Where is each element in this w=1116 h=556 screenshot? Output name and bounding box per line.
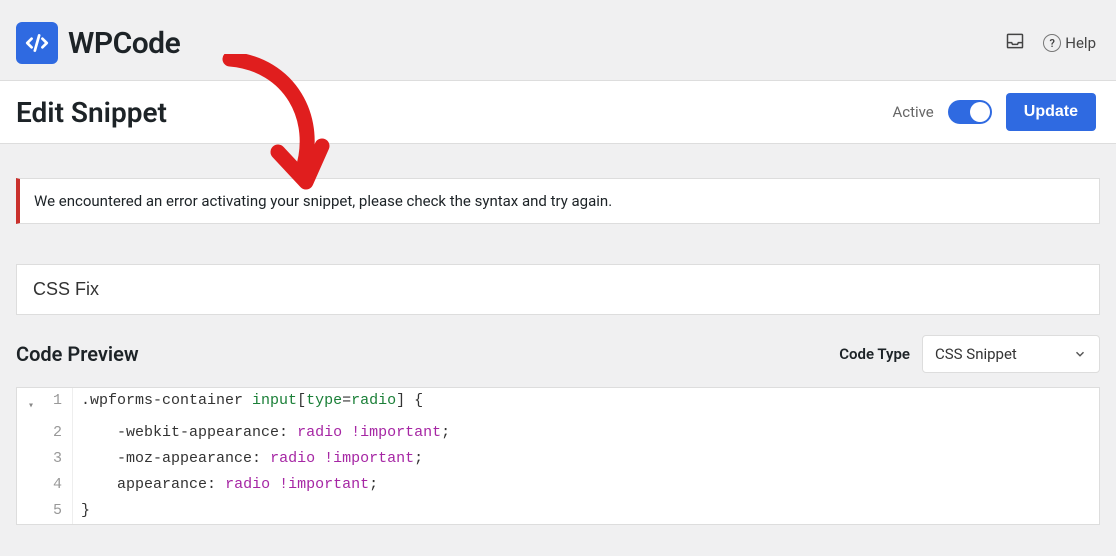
active-label: Active <box>892 103 933 121</box>
error-message: We encountered an error activating your … <box>34 192 612 210</box>
code-line[interactable]: 4 appearance: radio !important; <box>17 472 1099 498</box>
code-content[interactable]: -moz-appearance: radio !important; <box>73 446 423 472</box>
line-number: 4 <box>45 472 73 498</box>
code-type-select[interactable]: CSS Snippet <box>922 335 1100 373</box>
line-number: 2 <box>45 420 73 446</box>
help-link[interactable]: ? Help <box>1043 34 1096 52</box>
page-title: Edit Snippet <box>16 96 167 129</box>
actions-right: Active Update <box>892 93 1096 131</box>
preview-header: Code Preview Code Type CSS Snippet <box>16 335 1100 373</box>
chevron-down-icon <box>1073 347 1087 361</box>
line-number: 1 <box>45 388 73 420</box>
code-content[interactable]: .wpforms-container input[type=radio] { <box>73 388 423 420</box>
code-type-value: CSS Snippet <box>935 345 1017 363</box>
wpcode-logo-icon <box>16 22 58 64</box>
code-line[interactable]: 3 -moz-appearance: radio !important; <box>17 446 1099 472</box>
code-content[interactable]: -webkit-appearance: radio !important; <box>73 420 450 446</box>
code-content[interactable]: } <box>73 498 90 524</box>
top-header: WPCode ? Help <box>0 0 1116 80</box>
content-wrap: We encountered an error activating your … <box>0 144 1116 525</box>
fold-gutter <box>17 472 45 498</box>
code-type-label: Code Type <box>839 345 910 363</box>
brand-logo: WPCode <box>16 22 180 64</box>
snippet-title-input[interactable] <box>16 264 1100 315</box>
line-number: 3 <box>45 446 73 472</box>
update-button[interactable]: Update <box>1006 93 1096 131</box>
header-right: ? Help <box>1005 31 1096 55</box>
fold-gutter[interactable]: ▾ <box>17 388 45 420</box>
help-label: Help <box>1065 34 1096 52</box>
code-line[interactable]: ▾1.wpforms-container input[type=radio] { <box>17 388 1099 420</box>
active-toggle[interactable] <box>948 100 992 124</box>
code-line[interactable]: 5} <box>17 498 1099 524</box>
error-notice: We encountered an error activating your … <box>16 178 1100 224</box>
line-number: 5 <box>45 498 73 524</box>
inbox-icon[interactable] <box>1005 31 1025 55</box>
code-editor[interactable]: ▾1.wpforms-container input[type=radio] {… <box>16 387 1100 525</box>
fold-gutter <box>17 446 45 472</box>
toggle-knob <box>970 102 990 122</box>
code-preview-heading: Code Preview <box>16 342 139 366</box>
code-content[interactable]: appearance: radio !important; <box>73 472 378 498</box>
fold-gutter <box>17 420 45 446</box>
help-icon: ? <box>1043 34 1061 52</box>
code-type-group: Code Type CSS Snippet <box>839 335 1100 373</box>
page-actions-bar: Edit Snippet Active Update <box>0 80 1116 144</box>
fold-gutter <box>17 498 45 524</box>
brand-name: WPCode <box>68 26 180 61</box>
code-line[interactable]: 2 -webkit-appearance: radio !important; <box>17 420 1099 446</box>
